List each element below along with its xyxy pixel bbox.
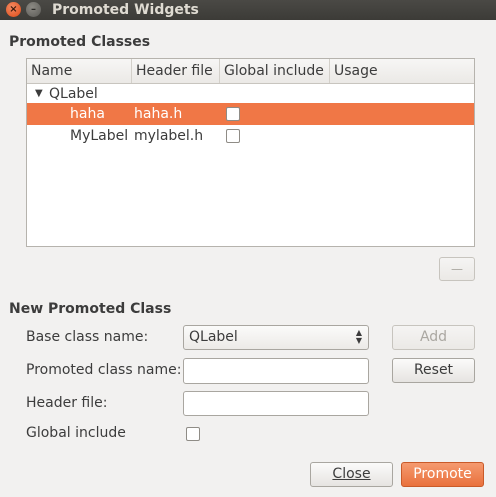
close-window-button[interactable]: × [6, 2, 21, 17]
class-name-cell: haha [70, 106, 105, 122]
minimize-icon: – [31, 4, 36, 15]
tree-row-mylabel[interactable]: MyLabel mylabel.h [27, 125, 474, 147]
spin-arrows-icon: ▲ ▼ [355, 328, 362, 345]
close-button[interactable]: Close [310, 462, 393, 487]
promoted-class-name-input[interactable] [183, 358, 369, 384]
add-button[interactable]: Add [392, 325, 475, 350]
promoted-class-label: Promoted class name: [26, 362, 182, 378]
global-include-checkbox[interactable] [226, 107, 240, 121]
global-include-label: Global include [26, 425, 126, 441]
close-icon: × [9, 4, 18, 15]
column-header-global-include[interactable]: Global include [220, 59, 330, 83]
column-header-header-file[interactable]: Header file [132, 59, 220, 83]
new-promoted-class-heading: New Promoted Class [9, 301, 172, 317]
base-class-select[interactable]: QLabel ▲ ▼ [183, 325, 369, 350]
header-file-input[interactable] [183, 391, 369, 416]
promoted-classes-tree[interactable]: Name Header file Global include Usage ▼ … [26, 58, 475, 247]
promoted-classes-heading: Promoted Classes [9, 34, 151, 50]
base-class-value: QLabel [189, 329, 238, 345]
tree-row-haha[interactable]: haha haha.h [27, 103, 474, 125]
global-include-checkbox[interactable] [186, 427, 200, 441]
header-file-label: Header file: [26, 395, 108, 411]
tree-group-row[interactable]: ▼ QLabel [27, 83, 474, 105]
header-file-cell: mylabel.h [134, 128, 204, 144]
header-file-cell: haha.h [134, 106, 183, 122]
global-include-checkbox[interactable] [226, 129, 240, 143]
expand-collapse-icon[interactable]: ▼ [35, 83, 43, 105]
reset-button[interactable]: Reset [392, 358, 475, 383]
class-name-cell: MyLabel [70, 128, 129, 144]
minus-icon: — [451, 262, 463, 276]
window-title: Promoted Widgets [52, 2, 199, 18]
minimize-window-button[interactable]: – [26, 2, 41, 17]
base-class-label: Base class name: [26, 329, 149, 345]
promote-button[interactable]: Promote [401, 462, 484, 487]
column-header-name[interactable]: Name [27, 59, 132, 83]
tree-header: Name Header file Global include Usage [27, 59, 474, 84]
title-bar: × – Promoted Widgets [0, 0, 496, 20]
remove-class-button[interactable]: — [439, 257, 475, 281]
column-header-usage[interactable]: Usage [330, 59, 474, 83]
group-name: QLabel [49, 86, 98, 102]
